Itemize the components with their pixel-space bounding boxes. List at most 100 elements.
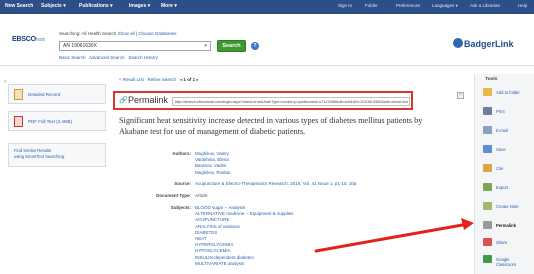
folder-icon <box>483 88 492 96</box>
search-button[interactable]: Search <box>217 40 246 52</box>
author-link[interactable]: Baranov, Vadim <box>195 163 230 169</box>
permalink-title: Permalink <box>128 95 169 105</box>
tool-label: Add to folder <box>496 90 520 95</box>
search-header: EBSCOhost Searching: All Health Search S… <box>0 14 534 66</box>
tool-label: Print <box>496 109 505 114</box>
show-all-link[interactable]: Show all <box>118 31 135 36</box>
tool-permalink[interactable]: Permalink <box>483 221 533 231</box>
source-link[interactable]: Acupuncture & Electro-Therapeutics Resea… <box>195 181 356 187</box>
help-icon[interactable]: ? <box>251 42 259 50</box>
badger-icon <box>453 38 463 48</box>
tool-save[interactable]: Save <box>483 145 533 155</box>
subjects-label: Subjects: <box>170 205 191 210</box>
left-sidebar: Detailed Record PDF Full Text (3.4MB) Fi… <box>8 84 106 167</box>
detailed-record-label: Detailed Record <box>28 92 61 97</box>
nav-new-search[interactable]: New Search <box>5 3 33 9</box>
pdf-full-text-item[interactable]: PDF Full Text (3.4MB) <box>8 111 106 131</box>
nav-images[interactable]: Images ▾ <box>129 3 150 9</box>
logo-text: EBSCO <box>12 36 36 43</box>
badgerlink-logo: BadgerLink <box>453 38 514 49</box>
share-icon <box>483 238 492 246</box>
previous-result-icon[interactable]: ◂ <box>180 77 182 82</box>
nav-more[interactable]: More ▾ <box>161 3 177 9</box>
ebsco-logo[interactable]: EBSCOhost <box>12 36 45 43</box>
advanced-search-link[interactable]: Advanced Search <box>89 55 125 60</box>
save-icon <box>483 145 492 153</box>
paperclip-icon: 🔗 <box>119 97 128 104</box>
tools-panel: Tools Add to folder Print E-mail Save Ci… <box>474 74 534 274</box>
help-link[interactable]: Help <box>518 3 527 8</box>
separator: | <box>135 31 138 36</box>
ask-librarian-link[interactable]: Ask a Librarian <box>470 3 500 8</box>
tool-label: Share <box>496 240 508 245</box>
find-similar-results[interactable]: Find Similar Results using SmartText Sea… <box>8 143 106 167</box>
tool-label: Create Note <box>496 204 519 209</box>
searching-line: Searching: All Health Search Show all | … <box>59 31 177 36</box>
search-sub-links: Basic Search Advanced Search Search Hist… <box>59 55 158 60</box>
collapse-left-icon[interactable]: « <box>4 79 7 85</box>
close-icon[interactable]: × <box>457 92 464 99</box>
document-icon <box>14 89 23 100</box>
article-title: Significant heat sensitivity increase de… <box>119 116 423 136</box>
tools-heading: Tools <box>485 77 498 82</box>
find-similar-line2: using SmartText Searching. <box>14 154 66 159</box>
subjects-values: BLOOD sugar -- Analysis ALTERNATIVE medi… <box>195 205 293 267</box>
subject-link[interactable]: MULTIVARIATE analysis <box>195 261 293 267</box>
top-nav-bar: New Search Subjects ▾ Publications ▾ Ima… <box>0 0 534 14</box>
source-values: Acupuncture & Electro-Therapeutics Resea… <box>195 181 356 187</box>
pdf-full-text-label: PDF Full Text (3.4MB) <box>28 119 73 124</box>
authors-label: Authors: <box>172 151 191 156</box>
source-label: Source: <box>174 181 191 186</box>
detailed-record-item[interactable]: Detailed Record <box>8 84 106 104</box>
tool-label: Save <box>496 147 506 152</box>
languages-link[interactable]: Languages ▾ <box>432 3 458 9</box>
pdf-icon <box>14 116 23 127</box>
search-history-link[interactable]: Search History <box>128 55 158 60</box>
choose-databases-link[interactable]: Choose Databases <box>138 31 176 36</box>
author-link[interactable]: Mughikov, Ruslan <box>195 170 230 176</box>
nav-subjects[interactable]: Subjects ▾ <box>41 3 66 9</box>
export-icon <box>483 183 492 191</box>
tool-label: Cite <box>496 166 504 171</box>
tool-email[interactable]: E-mail <box>483 126 533 136</box>
refine-search-link[interactable]: Refine Search <box>148 77 177 82</box>
print-icon <box>483 107 492 115</box>
permalink-icon <box>483 221 492 229</box>
logo-host-text: host <box>35 37 45 43</box>
tool-share[interactable]: Share <box>483 238 533 248</box>
permalink-panel: 🔗 Permalink http://search.ebscohost.com/… <box>113 91 413 110</box>
document-type-label: Document Type: <box>156 193 191 198</box>
next-result-icon[interactable]: ▸ <box>196 77 198 82</box>
document-type-value: Article <box>195 193 208 198</box>
result-count: 1 of 1 <box>183 77 196 82</box>
tool-label: Google Classroom <box>496 257 517 267</box>
authors-values: Mughikov, Valery Varakhina, Elena Barano… <box>195 151 230 176</box>
note-icon <box>483 202 492 210</box>
tool-label: E-mail <box>496 128 508 133</box>
preferences-link[interactable]: Preferences <box>396 3 420 8</box>
result-navigation: « Result List Refine Search ◂ 1 of 1 ▸ <box>119 77 199 83</box>
search-input[interactable]: AN 19061630X ▾ <box>59 41 211 51</box>
nav-publications[interactable]: Publications ▾ <box>79 3 113 9</box>
email-icon <box>483 126 492 134</box>
cite-icon <box>483 164 492 172</box>
tool-label: Export <box>496 185 509 190</box>
brand-text: BadgerLink <box>464 39 514 49</box>
permalink-url-field[interactable]: http://search.ebscohost.com/login.aspx?d… <box>172 97 410 106</box>
tool-export[interactable]: Export <box>483 183 533 193</box>
tool-label: Permalink <box>496 223 517 228</box>
sign-in-link[interactable]: Sign In <box>338 3 352 8</box>
tool-add-to-folder[interactable]: Add to folder <box>483 88 533 98</box>
document-type-values: Article <box>195 193 208 199</box>
searching-label: Searching: All Health Search <box>59 31 117 36</box>
basic-search-link[interactable]: Basic Search <box>59 55 86 60</box>
tool-create-note[interactable]: Create Note <box>483 202 533 212</box>
tool-print[interactable]: Print <box>483 107 533 117</box>
search-input-value: AN 19061630X <box>63 43 97 49</box>
dropdown-caret-icon[interactable]: ▾ <box>204 43 207 49</box>
folder-link[interactable]: Folder <box>365 3 378 8</box>
tool-google-classroom[interactable]: Google Classroom <box>483 255 533 269</box>
google-classroom-icon <box>483 255 492 263</box>
result-list-link[interactable]: « Result List <box>119 77 144 82</box>
tool-cite[interactable]: Cite <box>483 164 533 174</box>
